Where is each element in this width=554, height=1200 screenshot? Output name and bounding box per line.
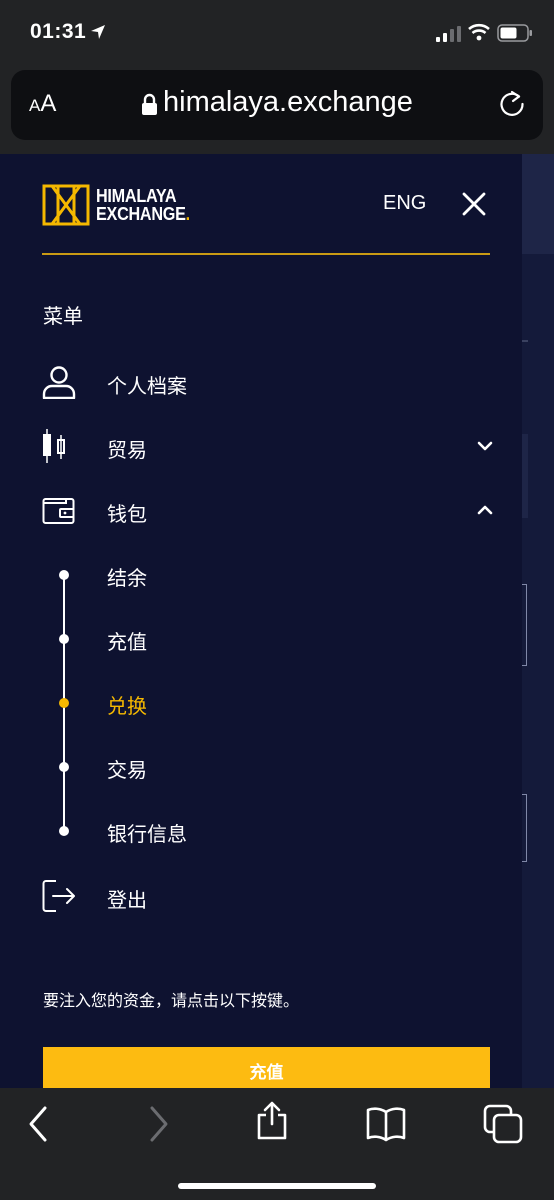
signal-icon bbox=[436, 26, 461, 42]
candlestick-icon bbox=[43, 429, 65, 463]
menu-heading: 菜单 bbox=[43, 304, 83, 328]
submenu-dot bbox=[59, 570, 69, 580]
submenu-item-exchange[interactable]: 兑换 bbox=[0, 682, 522, 726]
user-icon bbox=[42, 366, 76, 399]
page-card bbox=[522, 434, 528, 518]
submenu-item-label: 结余 bbox=[107, 566, 147, 590]
address-bar[interactable]: AA himalaya.exchange bbox=[11, 70, 543, 140]
reader-aa-button[interactable]: AA bbox=[29, 90, 56, 118]
navigation-drawer: HIMALAYA EXCHANGE. ENG 菜单 个人档案 贸易 钱包 结余 … bbox=[0, 154, 522, 1107]
submenu-item-label: 银行信息 bbox=[107, 822, 187, 846]
wallet-icon bbox=[42, 498, 75, 524]
page-divider bbox=[522, 340, 528, 342]
menu-item-label: 个人档案 bbox=[107, 374, 187, 398]
header-divider bbox=[42, 253, 490, 255]
url-text[interactable]: himalaya.exchange bbox=[163, 86, 413, 119]
brand-wordmark: HIMALAYA EXCHANGE. bbox=[96, 186, 190, 224]
submenu-item-balance[interactable]: 结余 bbox=[0, 554, 522, 598]
page-header-strip bbox=[522, 154, 554, 254]
submenu-dot bbox=[59, 634, 69, 644]
menu-item-profile[interactable]: 个人档案 bbox=[0, 358, 522, 408]
deposit-button-label: 充值 bbox=[249, 1063, 284, 1082]
reload-icon[interactable] bbox=[497, 89, 527, 119]
menu-item-wallet[interactable]: 钱包 bbox=[0, 486, 522, 536]
page-input-box bbox=[522, 794, 527, 862]
home-indicator bbox=[178, 1183, 376, 1189]
language-switch[interactable]: ENG bbox=[383, 192, 426, 215]
submenu-dot bbox=[59, 762, 69, 772]
back-icon[interactable] bbox=[19, 1104, 59, 1144]
menu-item-trade[interactable]: 贸易 bbox=[0, 422, 522, 472]
page-input-box bbox=[522, 584, 527, 666]
share-icon[interactable] bbox=[252, 1100, 292, 1140]
bookmarks-icon[interactable] bbox=[366, 1104, 406, 1144]
submenu-item-label: 交易 bbox=[107, 758, 147, 782]
address-area: AA himalaya.exchange bbox=[0, 66, 554, 154]
wifi-icon bbox=[468, 23, 490, 41]
menu-item-logout[interactable]: 登出 bbox=[0, 872, 522, 922]
page-behind-drawer bbox=[522, 154, 554, 1088]
status-time: 01:31 bbox=[30, 20, 87, 43]
close-icon[interactable] bbox=[462, 192, 486, 216]
logout-icon bbox=[42, 880, 75, 912]
menu-item-label: 贸易 bbox=[107, 438, 147, 462]
submenu-item-deposit[interactable]: 充值 bbox=[0, 618, 522, 662]
location-arrow-icon bbox=[91, 25, 105, 39]
tabs-icon[interactable] bbox=[483, 1104, 523, 1144]
menu-item-label: 登出 bbox=[107, 888, 147, 912]
submenu-dot bbox=[59, 826, 69, 836]
submenu-dot bbox=[59, 698, 69, 708]
forward-icon[interactable] bbox=[138, 1104, 178, 1144]
battery-icon bbox=[497, 24, 532, 42]
submenu-item-transactions[interactable]: 交易 bbox=[0, 746, 522, 790]
submenu-item-bank-info[interactable]: 银行信息 bbox=[0, 810, 522, 854]
chevron-up-icon[interactable] bbox=[476, 503, 494, 517]
submenu-item-label: 兑换 bbox=[107, 694, 147, 718]
status-bar: 01:31 bbox=[0, 0, 554, 66]
chevron-down-icon[interactable] bbox=[476, 439, 494, 453]
menu-item-label: 钱包 bbox=[107, 502, 147, 526]
lock-icon bbox=[142, 93, 157, 115]
deposit-note: 要注入您的资金，请点击以下按键。 bbox=[43, 991, 300, 1010]
submenu-item-label: 充值 bbox=[107, 630, 147, 654]
himalaya-logo-icon bbox=[42, 184, 90, 226]
